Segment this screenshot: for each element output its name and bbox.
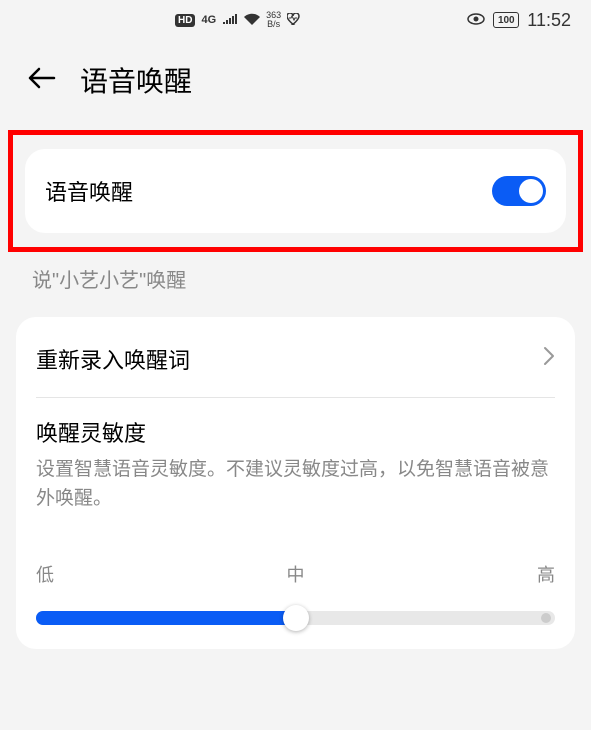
- battery-icon: 100: [493, 12, 519, 28]
- sensitivity-slider[interactable]: [36, 611, 555, 625]
- slider-label-mid: 中: [287, 561, 305, 587]
- signal-icon: [222, 12, 238, 28]
- wifi-icon: [244, 12, 260, 28]
- page-title: 语音唤醒: [80, 60, 192, 100]
- chevron-right-icon: [543, 345, 555, 373]
- network-gen: 4G: [201, 14, 216, 26]
- voice-wake-label: 语音唤醒: [45, 175, 133, 207]
- rerecord-label: 重新录入唤醒词: [36, 343, 190, 375]
- hd-badge: HD: [175, 14, 195, 27]
- heart-icon: [287, 12, 301, 28]
- clock-time: 11:52: [527, 10, 571, 31]
- eye-icon: [467, 12, 485, 28]
- voice-wake-card: 语音唤醒: [25, 149, 566, 233]
- slider-label-high: 高: [537, 561, 555, 587]
- rerecord-row[interactable]: 重新录入唤醒词: [16, 321, 575, 397]
- sensitivity-desc: 设置智慧语音灵敏度。不建议灵敏度过高，以免智慧语音被意外唤醒。: [36, 456, 555, 513]
- header-bar: 语音唤醒: [0, 40, 591, 130]
- slider-thumb[interactable]: [283, 605, 309, 631]
- sensitivity-title: 唤醒灵敏度: [36, 416, 555, 448]
- slider-tick-high: [541, 613, 551, 623]
- back-icon[interactable]: [28, 64, 56, 96]
- voice-wake-row[interactable]: 语音唤醒: [25, 153, 566, 229]
- slider-label-low: 低: [36, 561, 54, 587]
- highlighted-region: 语音唤醒: [8, 130, 583, 252]
- sensitivity-block: 唤醒灵敏度 设置智慧语音灵敏度。不建议灵敏度过高，以免智慧语音被意外唤醒。: [16, 398, 575, 521]
- settings-card: 重新录入唤醒词 唤醒灵敏度 设置智慧语音灵敏度。不建议灵敏度过高，以免智慧语音被…: [16, 317, 575, 649]
- slider-fill: [36, 611, 296, 625]
- status-bar: HD 4G 363 B/s 100 11:52: [0, 0, 591, 40]
- voice-wake-toggle[interactable]: [492, 176, 546, 206]
- toggle-thumb: [519, 179, 543, 203]
- slider-section: 低 中 高: [16, 521, 575, 645]
- wake-hint-text: 说"小艺小艺"唤醒: [0, 252, 591, 317]
- slider-labels: 低 中 高: [36, 561, 555, 587]
- network-speed: 363 B/s: [266, 11, 281, 29]
